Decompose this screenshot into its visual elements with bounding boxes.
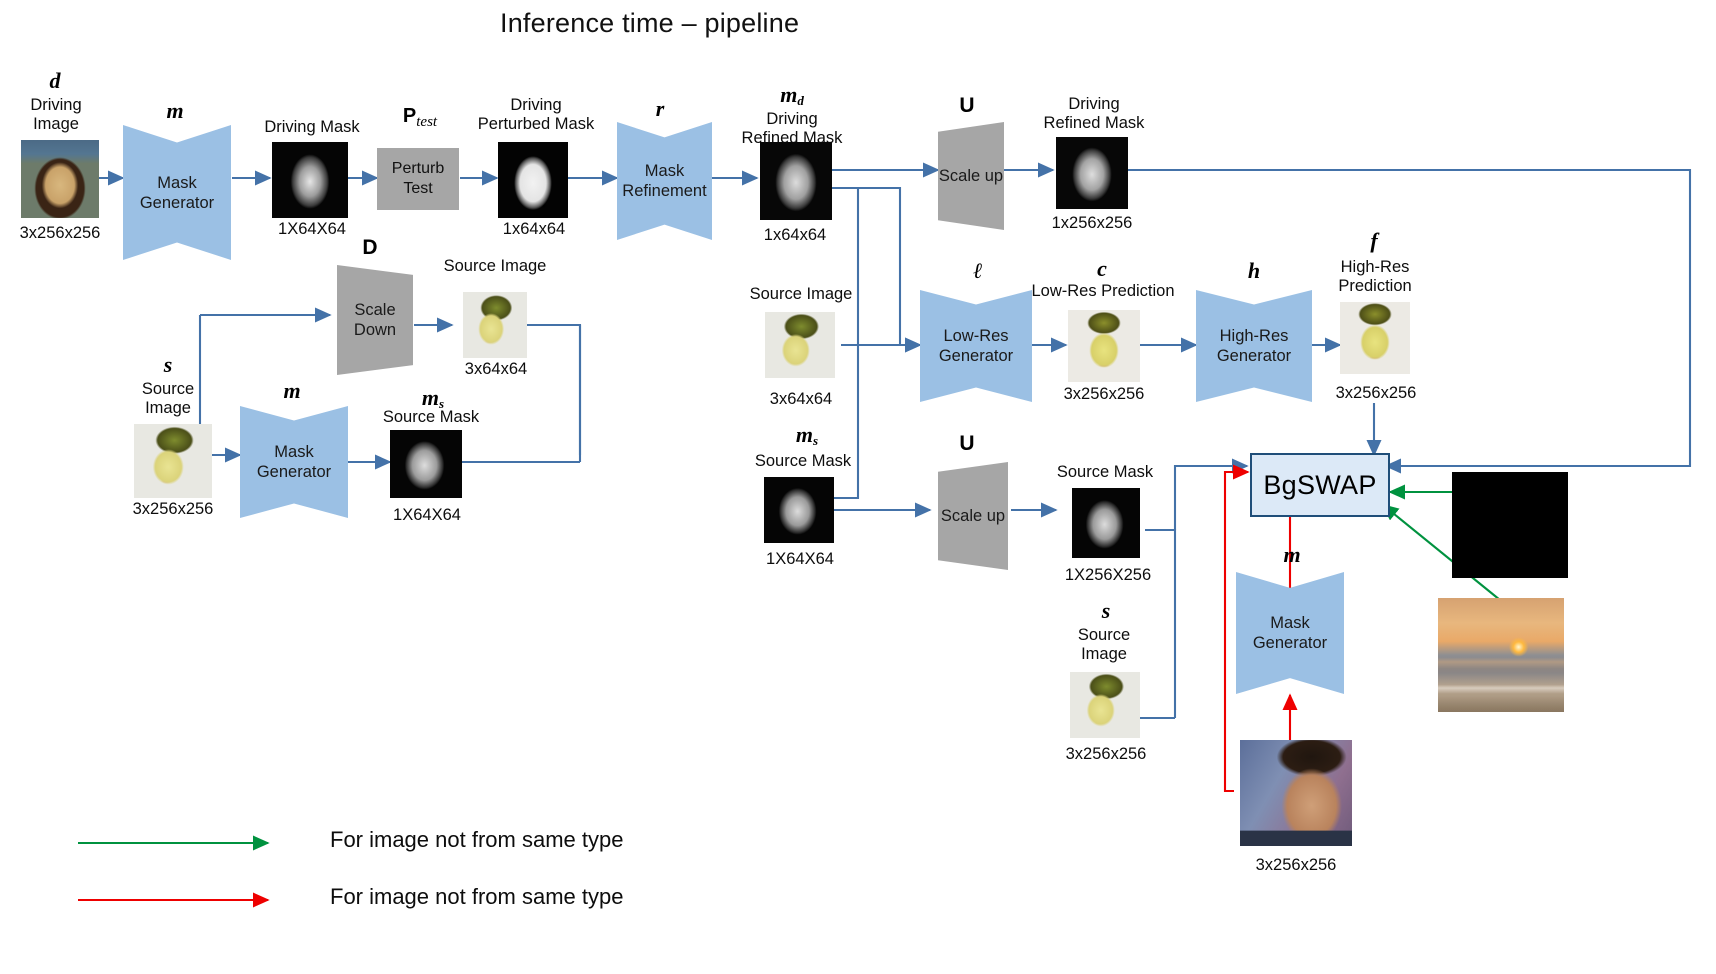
symbol-p-test: Ptest	[380, 105, 460, 131]
low-res-prediction-thumb	[1068, 310, 1140, 382]
source-image-left-label: Source Image	[141, 380, 195, 417]
scale-up-bottom[interactable]: Scale up	[938, 462, 1008, 570]
symbol-md-base: m	[780, 82, 798, 107]
symbol-s-bottom: s	[1101, 598, 1111, 623]
scale-down-block[interactable]: Scale Down	[337, 265, 413, 375]
driving-refined-mask-low-dims: 1x64x64	[763, 226, 827, 244]
symbol-r: r	[655, 96, 665, 121]
bg-face-image-dims: 3x256x256	[1255, 856, 1337, 874]
symbol-c: c	[1097, 256, 1107, 281]
source-mask-left-thumb	[390, 430, 462, 498]
symbol-p: P	[402, 105, 417, 127]
symbol-f: f	[1370, 228, 1378, 253]
symbol-u-top: U	[959, 94, 975, 117]
symbol-m-source: m	[283, 378, 301, 403]
symbol-ms-mid-base: m	[795, 422, 814, 447]
perturb-test-block[interactable]: Perturb Test	[377, 148, 459, 210]
driving-refined-mask-low-thumb	[760, 142, 832, 220]
symbol-d: d	[49, 68, 61, 93]
low-res-prediction-dims: 3x256x256	[1063, 385, 1145, 403]
driving-image-label: Driving Image	[30, 96, 82, 133]
page-title: Inference time – pipeline	[500, 8, 800, 38]
driving-image-thumb	[21, 140, 99, 218]
source-mask-mid-thumb	[764, 477, 834, 543]
mask-generator-source-label: Mask Generator	[256, 443, 332, 481]
mask-refinement-label: Mask Refinement	[622, 162, 707, 200]
source-image-bottom-thumb	[1070, 672, 1140, 738]
symbol-md-subscript: d	[797, 93, 804, 108]
scale-up-top[interactable]: Scale up	[938, 122, 1004, 230]
symbol-m-bgswap: m	[1283, 542, 1301, 567]
symbol-ms-base: m	[421, 385, 440, 410]
mask-refinement-block[interactable]: Mask Refinement	[617, 122, 712, 240]
source-image-left-dims: 3x256x256	[132, 500, 214, 518]
perturb-test-label: Perturb Test	[391, 160, 445, 197]
source-image-bottom-dims: 3x256x256	[1065, 745, 1147, 763]
source-mask-high-thumb	[1072, 488, 1140, 558]
source-image-left-thumb	[134, 424, 212, 498]
high-res-prediction-label: High-Res Prediction	[1338, 258, 1412, 295]
symbol-md: md	[752, 82, 832, 109]
bgswap-block[interactable]: BgSWAP	[1250, 453, 1390, 517]
source-image-mid-thumb	[765, 312, 835, 378]
symbol-m-driving: m	[166, 98, 184, 123]
driving-mask-label: Driving Mask	[264, 118, 360, 136]
source-mask-left-label: Source Mask	[382, 408, 480, 426]
scale-down-label: Scale Down	[353, 301, 397, 339]
sunset-background-thumb	[1438, 598, 1564, 712]
source-image-small-thumb	[463, 292, 527, 358]
symbol-ell: ℓ	[973, 258, 983, 283]
source-mask-high-label: Source Mask	[1056, 463, 1154, 481]
high-res-prediction-thumb	[1340, 302, 1410, 374]
mask-generator-source[interactable]: Mask Generator	[240, 406, 348, 518]
source-mask-left-dims: 1X64X64	[393, 506, 461, 524]
source-mask-mid-dims: 1X64X64	[766, 550, 834, 568]
black-background-thumb	[1452, 472, 1568, 578]
symbol-d-scaledown: D	[362, 236, 378, 259]
symbol-s-left: s	[163, 352, 173, 377]
source-image-bottom-label: Source Image	[1077, 626, 1131, 663]
driving-perturbed-mask-thumb	[498, 142, 568, 218]
legend-green-label: For image not from same type	[330, 827, 624, 852]
driving-refined-mask-high-thumb	[1056, 137, 1128, 209]
symbol-ms-mid-subscript: s	[813, 433, 819, 448]
low-res-prediction-label: Low-Res Prediction	[1031, 282, 1175, 300]
driving-perturbed-mask-label: Driving Perturbed Mask	[477, 96, 595, 133]
driving-image-dims: 3x256x256	[19, 224, 101, 242]
symbol-ms-mid: ms	[772, 422, 842, 449]
scale-up-bottom-label: Scale up	[940, 507, 1006, 525]
low-res-generator-block[interactable]: Low-Res Generator	[920, 290, 1032, 402]
symbol-u-bottom: U	[959, 432, 975, 455]
driving-refined-mask-high-label: Driving Refined Mask	[1043, 95, 1145, 132]
mask-generator-driving[interactable]: Mask Generator	[123, 125, 231, 260]
source-mask-mid-label: Source Mask	[754, 452, 852, 470]
bg-face-image-thumb	[1240, 740, 1352, 846]
source-image-mid-label: Source Image	[749, 285, 853, 303]
driving-refined-mask-high-dims: 1x256x256	[1051, 214, 1133, 232]
mask-generator-driving-label: Mask Generator	[139, 173, 215, 212]
source-mask-high-dims: 1X256X256	[1064, 566, 1152, 584]
symbol-p-subscript: test	[416, 114, 438, 130]
diagram-canvas: Inference time – pipeline d Driving Imag…	[0, 0, 1716, 974]
scale-up-top-label: Scale up	[938, 167, 1004, 185]
driving-perturbed-mask-dims: 1x64x64	[502, 220, 566, 238]
symbol-h: h	[1247, 258, 1261, 283]
high-res-generator-block[interactable]: High-Res Generator	[1196, 290, 1312, 402]
high-res-generator-label: High-Res Generator	[1216, 327, 1292, 365]
source-image-small-dims: 3x64x64	[464, 360, 528, 378]
legend-red-label: For image not from same type	[330, 884, 624, 909]
mask-generator-bgswap[interactable]: Mask Generator	[1236, 572, 1344, 694]
source-image-mid-dims: 3x64x64	[769, 390, 833, 408]
bgswap-label: BgSWAP	[1263, 469, 1377, 500]
mask-generator-bgswap-label: Mask Generator	[1252, 614, 1328, 652]
driving-mask-thumb	[272, 142, 348, 218]
source-image-small-label: Source Image	[443, 257, 547, 275]
low-res-generator-label: Low-Res Generator	[938, 327, 1014, 365]
high-res-prediction-dims: 3x256x256	[1335, 384, 1417, 402]
